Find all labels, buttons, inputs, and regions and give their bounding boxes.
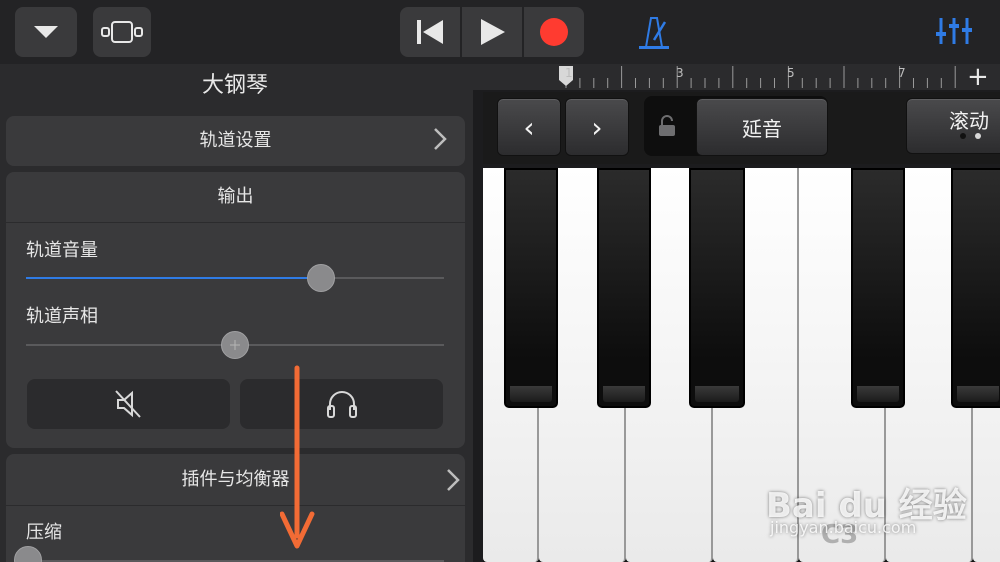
rewind-button[interactable]: [400, 7, 460, 57]
chevron-down-icon: [34, 26, 58, 38]
compress-label: 压缩: [26, 522, 62, 543]
black-key[interactable]: [689, 168, 745, 408]
ruler-mark-7: 7: [898, 66, 906, 80]
record-icon: [540, 18, 568, 46]
tracks-view-button[interactable]: [93, 7, 151, 57]
volume-label: 轨道音量: [26, 240, 98, 261]
sustain-button[interactable]: 延音: [696, 98, 828, 156]
play-button[interactable]: [462, 7, 522, 57]
black-key[interactable]: [951, 168, 1000, 408]
black-key[interactable]: [851, 168, 905, 408]
output-header: 输出: [217, 186, 254, 207]
chevron-right-icon: [446, 468, 460, 496]
scroll-label: 滚动: [949, 109, 989, 133]
pan-knob[interactable]: [221, 331, 249, 359]
ruler-mark-3: 3: [676, 66, 684, 80]
divider: [6, 505, 465, 506]
mixer-icon: [936, 18, 972, 44]
lock-icon[interactable]: [656, 114, 678, 142]
speaker-mute-icon: [114, 390, 141, 418]
octave-down-button[interactable]: ‹: [497, 98, 561, 156]
play-icon: [481, 19, 505, 45]
metronome-button[interactable]: [636, 14, 672, 50]
volume-knob[interactable]: [306, 264, 335, 292]
mute-button[interactable]: [27, 379, 230, 429]
watermark-url: jingyan.baicu.com: [770, 518, 917, 537]
scroll-button[interactable]: 滚动: [906, 98, 1000, 154]
rewind-icon: [417, 20, 443, 44]
pan-label: 轨道声相: [26, 306, 98, 327]
track-settings-row[interactable]: 轨道设置: [6, 116, 465, 166]
mixer-button[interactable]: [934, 14, 974, 48]
transport-controls: [400, 7, 600, 57]
divider: [6, 222, 465, 223]
browser-button[interactable]: [15, 7, 77, 57]
add-section-button[interactable]: +: [967, 62, 989, 92]
instrument-title: 大钢琴: [201, 73, 268, 98]
tracks-view-icon: [101, 21, 143, 43]
metronome-icon: [639, 17, 669, 49]
volume-slider[interactable]: [26, 264, 444, 292]
octave-up-button[interactable]: ›: [565, 98, 629, 156]
volume-fill: [26, 277, 321, 279]
scroll-page-dots: [960, 133, 981, 139]
ruler-mark-1: 1: [565, 66, 573, 80]
solo-button[interactable]: [240, 379, 443, 429]
track-settings-label: 轨道设置: [199, 130, 272, 151]
compress-slider[interactable]: [14, 546, 444, 562]
record-button[interactable]: [524, 7, 584, 57]
compress-knob[interactable]: [14, 546, 42, 562]
plugins-header[interactable]: 插件与均衡器: [6, 455, 465, 505]
pan-slider[interactable]: [26, 330, 444, 360]
headphones-icon: [326, 391, 357, 418]
ruler-mark-5: 5: [787, 66, 795, 80]
annotation-arrow: [280, 365, 315, 549]
chevron-right-icon: [433, 127, 447, 157]
black-key[interactable]: [504, 168, 558, 408]
black-key[interactable]: [597, 168, 651, 408]
